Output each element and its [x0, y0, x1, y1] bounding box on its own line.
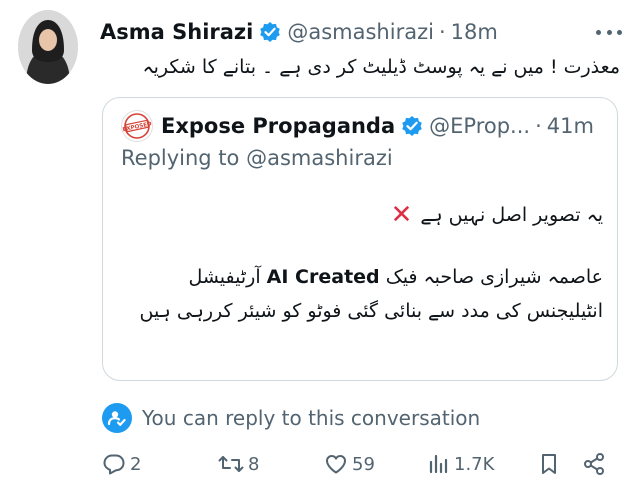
quoted-body-part1: عاصمہ شیرازی صاحبہ فیک	[385, 266, 603, 288]
bookmark-icon	[538, 452, 560, 476]
quoted-text-body: عاصمہ شیرازی صاحبہ فیک AI Created آرٹیفی…	[119, 260, 603, 328]
replying-to-label: Replying to	[121, 146, 240, 170]
reply-mention-link[interactable]: @asmashirazi	[246, 146, 393, 170]
tweet-text: معذرت ! میں نے یہ پوسٹ ڈیلیٹ کر دی ہے ۔ …	[142, 56, 620, 78]
tweet-actions-bar: 2 8 59 1.7K	[102, 446, 624, 482]
repost-button[interactable]: 8	[218, 446, 259, 482]
more-options-icon[interactable]	[596, 22, 622, 42]
tweet-card[interactable]: Asma Shirazi @asmashirazi · 18m معذرت ! …	[0, 0, 640, 498]
tweet-header: Asma Shirazi @asmashirazi · 18m	[100, 14, 498, 50]
views-button[interactable]: 1.7K	[428, 446, 494, 482]
reply-count: 2	[130, 453, 142, 475]
reply-icon	[102, 452, 126, 476]
author-handle[interactable]: @asmashirazi	[287, 20, 434, 44]
analytics-icon	[428, 452, 450, 476]
quoted-text-headline: یہ تصویر اصل نہیں ہے	[420, 204, 603, 226]
share-button[interactable]	[582, 446, 606, 482]
reply-restriction-notice: You can reply to this conversation	[102, 400, 480, 436]
cross-mark-icon: ✕	[390, 200, 413, 230]
quoted-author-handle[interactable]: @EProp...	[429, 114, 530, 138]
repost-icon	[218, 452, 244, 476]
quoted-author-name[interactable]: Expose Propaganda	[161, 114, 395, 138]
heart-icon	[324, 452, 348, 476]
bookmark-button[interactable]	[538, 446, 560, 482]
like-button[interactable]: 59	[324, 446, 375, 482]
reply-restriction-text: You can reply to this conversation	[142, 406, 481, 430]
quoted-tweet-header: EXPOSED Expose Propaganda @EProp... · 41…	[121, 110, 594, 142]
quoted-tweet[interactable]: EXPOSED Expose Propaganda @EProp... · 41…	[102, 97, 618, 381]
mentioned-user-icon	[102, 403, 132, 433]
verified-badge-icon	[259, 21, 281, 43]
reply-button[interactable]: 2	[102, 446, 141, 482]
verified-badge-icon	[401, 115, 423, 137]
quoted-author-avatar[interactable]: EXPOSED	[121, 110, 153, 142]
repost-count: 8	[248, 453, 260, 475]
share-icon	[582, 452, 606, 476]
separator-dot: ·	[535, 114, 542, 138]
view-count: 1.7K	[454, 453, 495, 475]
quoted-timestamp[interactable]: 41m	[547, 114, 594, 138]
quoted-body-highlight: AI Created	[266, 266, 380, 288]
replying-to-line: Replying to @asmashirazi	[121, 146, 393, 170]
tweet-timestamp[interactable]: 18m	[451, 20, 498, 44]
quoted-text-line: یہ تصویر اصل نہیں ہے ✕	[391, 200, 603, 230]
author-avatar[interactable]	[18, 10, 78, 84]
author-name[interactable]: Asma Shirazi	[100, 20, 253, 44]
like-count: 59	[352, 453, 375, 475]
separator-dot: ·	[438, 20, 446, 44]
